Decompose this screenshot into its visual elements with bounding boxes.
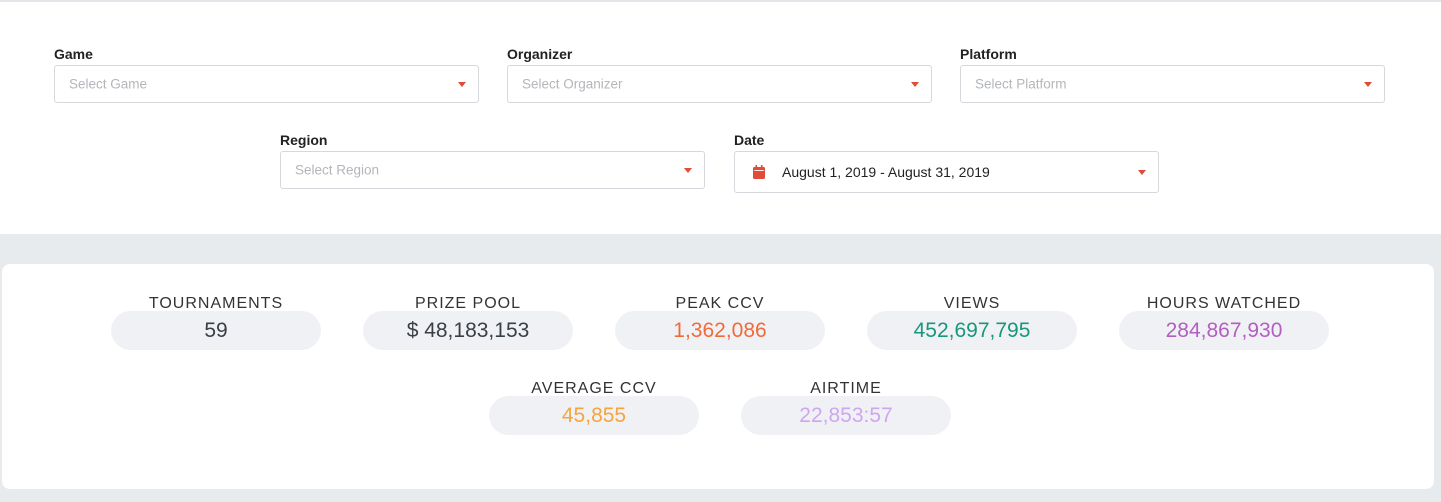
game-placeholder: Select Game xyxy=(69,76,148,92)
stat-value: 1,362,086 xyxy=(673,318,767,342)
stats-panel: TOURNAMENTS 59 PRIZE POOL $ 48,183,153 P… xyxy=(2,264,1434,489)
stat-value: 452,697,795 xyxy=(913,318,1031,342)
region-placeholder: Select Region xyxy=(295,162,380,178)
date-range-picker[interactable]: August 1, 2019 - August 31, 2019 xyxy=(734,151,1159,193)
stat-pill: 22,853:57 xyxy=(741,396,951,435)
stat-pill: 452,697,795 xyxy=(867,311,1077,350)
platform-label: Platform xyxy=(960,46,1017,62)
organizer-label: Organizer xyxy=(507,46,573,62)
stat-value: 59 xyxy=(204,318,228,342)
chevron-down-icon xyxy=(1364,82,1372,87)
date-range-value: August 1, 2019 - August 31, 2019 xyxy=(782,164,990,180)
stat-pill: 1,362,086 xyxy=(615,311,825,350)
stat-value: $ 48,183,153 xyxy=(406,318,530,342)
organizer-select[interactable]: Select Organizer xyxy=(507,65,932,103)
date-label: Date xyxy=(734,132,765,148)
stat-pill: 284,867,930 xyxy=(1119,311,1329,350)
stat-value: 45,855 xyxy=(561,403,627,427)
chevron-down-icon xyxy=(458,82,466,87)
stat-pill: $ 48,183,153 xyxy=(363,311,573,350)
platform-placeholder: Select Platform xyxy=(975,76,1067,92)
region-select[interactable]: Select Region xyxy=(280,151,705,189)
stat-pill: 59 xyxy=(111,311,321,350)
game-select[interactable]: Select Game xyxy=(54,65,479,103)
platform-select[interactable]: Select Platform xyxy=(960,65,1385,103)
calendar-icon xyxy=(753,165,765,179)
stat-value: 22,853:57 xyxy=(799,403,893,427)
region-label: Region xyxy=(280,132,328,148)
stat-pill: 45,855 xyxy=(489,396,699,435)
game-label: Game xyxy=(54,46,93,62)
filter-panel: Game Select Game Organizer Select Organi… xyxy=(0,0,1441,234)
chevron-down-icon xyxy=(1138,170,1146,175)
organizer-placeholder: Select Organizer xyxy=(522,76,623,92)
chevron-down-icon xyxy=(911,82,919,87)
stat-value: 284,867,930 xyxy=(1165,318,1283,342)
chevron-down-icon xyxy=(684,168,692,173)
